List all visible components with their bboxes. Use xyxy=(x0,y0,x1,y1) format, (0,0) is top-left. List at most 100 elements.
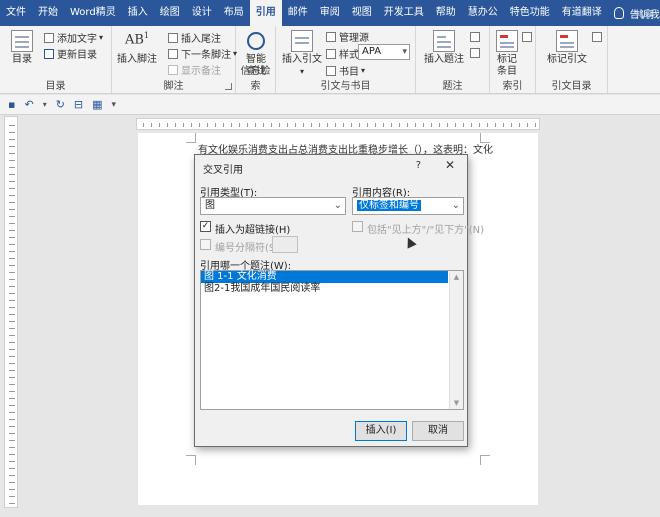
ruler-tick xyxy=(9,272,15,273)
ruler-tick xyxy=(367,123,368,127)
ribbon-tab[interactable]: 文件 xyxy=(0,0,32,26)
redo-icon[interactable]: ↻ xyxy=(56,98,65,111)
insert-authorities-icon[interactable] xyxy=(592,32,602,42)
research-group: 智能 查找 信息检索 xyxy=(236,26,276,94)
insert-citation-button[interactable]: 插入引文▾ xyxy=(282,30,322,78)
bibliography-button[interactable]: 书目 ▾ xyxy=(326,63,365,78)
scroll-up-icon[interactable]: ▲ xyxy=(450,271,463,283)
save-icon[interactable]: ▪ xyxy=(8,98,15,111)
ribbon-tab[interactable]: 视图 xyxy=(346,0,378,26)
page-corner-mark xyxy=(186,133,196,143)
ribbon-tab[interactable]: 有道翻译 xyxy=(556,0,608,26)
undo-icon[interactable]: ↶ xyxy=(24,98,33,111)
ruler-tick xyxy=(359,123,360,127)
list-item[interactable]: 图 1-1 文化消费 xyxy=(201,271,448,283)
ruler-tick xyxy=(9,412,15,413)
insert-button[interactable]: 插入(I) xyxy=(355,421,407,441)
footnotes-launcher-icon[interactable] xyxy=(225,83,232,90)
ribbon-tab[interactable]: 设计 xyxy=(186,0,218,26)
ruler-tick xyxy=(9,195,15,196)
ribbon-tab[interactable]: 布局 xyxy=(218,0,250,26)
ruler-tick xyxy=(9,405,15,406)
add-text-button[interactable]: 添加文字 ▾ xyxy=(44,30,103,45)
ruler-tick xyxy=(9,328,15,329)
reference-content-select[interactable]: 仅标签和编号 ⌄ xyxy=(352,197,464,215)
format-painter-icon[interactable]: ⊟ xyxy=(74,98,83,111)
ruler-tick xyxy=(183,123,184,127)
ribbon-tab[interactable]: 邮件 xyxy=(282,0,314,26)
ruler-tick xyxy=(295,123,296,127)
ruler-tick xyxy=(9,447,15,448)
footnotes-group-label: 脚注 xyxy=(163,81,184,92)
listbox-scrollbar[interactable]: ▲ ▼ xyxy=(449,271,463,409)
ruler-tick xyxy=(9,342,15,343)
ribbon-tab[interactable]: 慧办公 xyxy=(462,0,504,26)
insert-index-icon[interactable] xyxy=(522,32,532,42)
ruler-tick xyxy=(255,123,256,127)
ruler-tick xyxy=(319,123,320,127)
citations-group-label: 引文与书目 xyxy=(320,81,371,92)
index-group: 标记 条目 索引 xyxy=(490,26,536,94)
dialog-title: 交叉引用 xyxy=(203,165,243,176)
ruler-tick xyxy=(9,314,15,315)
ribbon-tab[interactable]: 绘图 xyxy=(154,0,186,26)
insert-endnote-button[interactable]: 插入尾注 xyxy=(168,30,221,45)
customize-qat-icon[interactable]: ▾ xyxy=(112,100,117,110)
ribbon-tab[interactable]: 插入 xyxy=(122,0,154,26)
insert-hyperlink-checkbox[interactable]: ✓ xyxy=(200,221,211,232)
ruler-tick xyxy=(9,209,15,210)
ruler-tick xyxy=(9,230,15,231)
cancel-button[interactable]: 取消 xyxy=(412,421,464,441)
manage-sources-button[interactable]: 管理源 xyxy=(326,29,369,44)
ribbon-tab[interactable]: 开始 xyxy=(32,0,64,26)
ribbon-tab[interactable]: 特色功能 xyxy=(504,0,556,26)
ruler-tick xyxy=(9,258,15,259)
ruler-tick xyxy=(9,349,15,350)
ruler-tick xyxy=(9,419,15,420)
ruler-tick xyxy=(479,123,480,127)
table-icon[interactable]: ▦ xyxy=(92,98,102,111)
ruler-tick xyxy=(279,123,280,127)
next-footnote-button[interactable]: 下一条脚注 ▾ xyxy=(168,46,237,61)
insert-table-of-figures-icon[interactable] xyxy=(470,32,480,42)
style-label: 样式: xyxy=(326,46,362,61)
mark-entry-button[interactable]: 标记 条目 xyxy=(494,30,520,78)
insert-caption-button[interactable]: 插入题注 xyxy=(422,30,466,66)
ribbon-tab[interactable]: 帮助 xyxy=(430,0,462,26)
list-item[interactable]: 图2-1我国成年国民阅读率 xyxy=(201,283,463,295)
ribbon-tab[interactable]: 引用 xyxy=(249,0,282,26)
chevron-down-icon: ▾ xyxy=(402,47,407,57)
share-button[interactable]: 共享 xyxy=(634,6,654,21)
ruler-tick xyxy=(9,482,15,483)
refresh-icon xyxy=(44,48,54,59)
ruler-tick xyxy=(9,356,15,357)
ribbon-tab[interactable]: 开发工具 xyxy=(378,0,430,26)
ribbon-tab[interactable]: Word精灵 xyxy=(64,0,122,26)
ribbon-tab[interactable]: 审阅 xyxy=(314,0,346,26)
ruler-tick xyxy=(9,461,15,462)
citation-icon xyxy=(291,30,313,52)
ruler-tick xyxy=(9,377,15,378)
index-group-label: 索引 xyxy=(502,81,523,92)
ruler-tick xyxy=(239,123,240,127)
ruler-tick xyxy=(271,123,272,127)
reference-type-select[interactable]: 图 ⌄ xyxy=(200,197,346,215)
separator-input[interactable] xyxy=(272,236,298,253)
update-toc-button[interactable]: 更新目录 xyxy=(44,46,97,61)
caption-listbox[interactable]: 图 1-1 文化消费 图2-1我国成年国民阅读率 ▲ ▼ xyxy=(200,270,464,410)
ruler-tick xyxy=(9,384,15,385)
ruler-tick xyxy=(9,503,15,504)
toc-button[interactable]: 目录 xyxy=(8,30,36,66)
mark-citation-button[interactable]: 标记引文 xyxy=(544,30,590,66)
show-notes-button[interactable]: 显示备注 xyxy=(168,62,221,77)
help-icon[interactable]: ? xyxy=(416,160,421,171)
insert-footnote-button[interactable]: AB1 插入脚注 xyxy=(116,30,158,66)
separate-numbers-checkbox[interactable] xyxy=(200,239,211,250)
close-icon[interactable]: ✕ xyxy=(445,158,455,172)
include-above-below-checkbox[interactable] xyxy=(352,221,363,232)
update-table-icon[interactable] xyxy=(470,48,480,58)
style-combo[interactable]: APA ▾ xyxy=(358,44,410,60)
undo-dropdown-icon[interactable]: ▾ xyxy=(43,100,47,109)
ruler-tick xyxy=(223,123,224,127)
scroll-down-icon[interactable]: ▼ xyxy=(450,397,463,409)
